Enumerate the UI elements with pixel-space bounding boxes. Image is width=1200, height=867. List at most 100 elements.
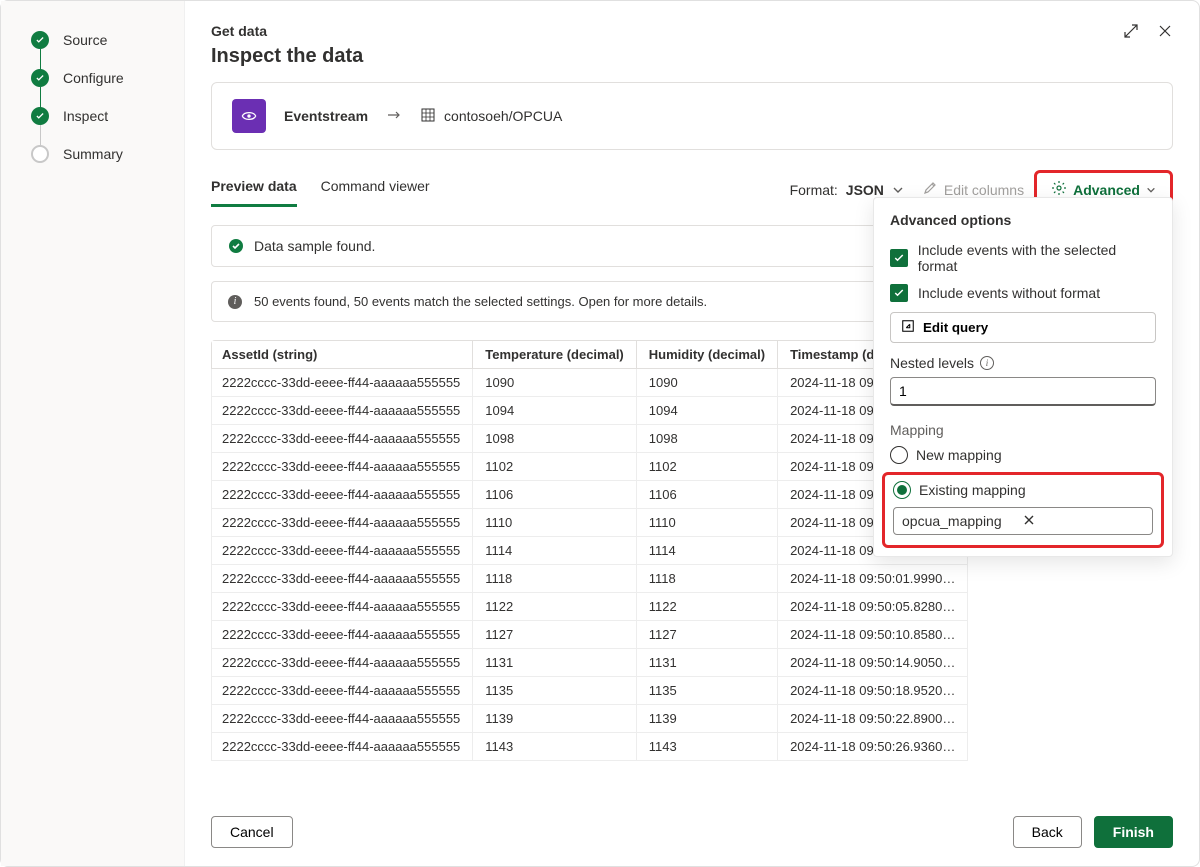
preview-table: AssetId (string)Temperature (decimal)Hum… [211,340,968,761]
table-row[interactable]: 2222cccc-33dd-eeee-ff44-aaaaaa5555551143… [212,733,968,761]
table-row[interactable]: 2222cccc-33dd-eeee-ff44-aaaaaa5555551106… [212,481,968,509]
source-name: Eventstream [284,108,368,124]
column-header[interactable]: AssetId (string) [212,341,473,369]
table-cell: 1094 [636,397,777,425]
advanced-label: Advanced [1073,182,1140,198]
radio-checked-icon [893,481,911,499]
tab-preview-data[interactable]: Preview data [211,172,297,207]
table-row[interactable]: 2222cccc-33dd-eeee-ff44-aaaaaa555555 1139… [212,705,968,733]
edit-columns-label: Edit columns [944,182,1024,198]
radio-existing-mapping[interactable]: Existing mapping [893,481,1153,499]
checkbox-label: Include events without format [918,285,1100,301]
column-header[interactable]: Temperature (decimal) [473,341,636,369]
open-icon [901,319,915,336]
check-circle-icon [228,238,244,254]
table-cell: 2222cccc-33dd-eeee-ff44-aaaaaa555555 [212,397,473,425]
table-row[interactable]: 2222cccc-33dd-eeee-ff44-aaaaaa5555551127… [212,621,968,649]
step-source[interactable]: Source [31,31,164,49]
table-cell: 1135 [636,677,777,705]
step-inspect[interactable]: Inspect [31,107,164,125]
table-cell: 1127 [473,621,636,649]
table-row[interactable]: 2222cccc-33dd-eeee-ff44-aaaaaa5555551122… [212,593,968,621]
eventstream-icon [232,99,266,133]
table-cell: 1139 [636,705,777,733]
checkbox-checked-icon [890,249,908,267]
table-cell: 1122 [473,593,636,621]
mapping-section-label: Mapping [890,422,1156,438]
radio-new-mapping[interactable]: New mapping [890,446,1156,464]
table-cell: 1118 [473,565,636,593]
info-icon[interactable]: i [980,356,994,370]
table-row[interactable]: 2222cccc-33dd-eeee-ff44-aaaaaa5555551090… [212,369,968,397]
checkbox-include-without-format[interactable]: Include events without format [890,284,1156,302]
edit-query-label: Edit query [923,320,988,335]
status-text: Data sample found. [254,238,375,254]
table-cell: 1118 [636,565,777,593]
table-cell: 2222cccc-33dd-eeee-ff44-aaaaaa555555 [212,565,473,593]
nested-levels-label: Nested levels [890,355,974,371]
table-cell: 1102 [636,453,777,481]
table-cell: 1110 [473,509,636,537]
column-header[interactable]: Humidity (decimal) [636,341,777,369]
table-cell: 2222cccc-33dd-eeee-ff44-aaaaaa555555 [212,677,473,705]
table-cell: 1131 [636,649,777,677]
finish-button[interactable]: Finish [1094,816,1173,848]
radio-label: New mapping [916,447,1002,463]
clear-icon[interactable] [1023,513,1144,529]
table-row[interactable]: 2222cccc-33dd-eeee-ff44-aaaaaa5555551135… [212,677,968,705]
format-value: JSON [846,182,884,198]
checkbox-checked-icon [890,284,908,302]
table-cell: 2222cccc-33dd-eeee-ff44-aaaaaa555555 [212,705,473,733]
table-row[interactable]: 2222cccc-33dd-eeee-ff44-aaaaaa5555551094… [212,397,968,425]
step-configure[interactable]: Configure [31,69,164,87]
step-label: Summary [63,146,123,162]
expand-icon[interactable] [1123,23,1139,39]
step-label: Configure [63,70,124,86]
chevron-down-icon [1146,185,1156,195]
table-cell: 1098 [473,425,636,453]
check-icon [31,31,49,49]
table-cell: 1127 [636,621,777,649]
table-row[interactable]: 2222cccc-33dd-eeee-ff44-aaaaaa5555551098… [212,425,968,453]
table-row[interactable]: 2222cccc-33dd-eeee-ff44-aaaaaa5555551110… [212,509,968,537]
table-cell: 2222cccc-33dd-eeee-ff44-aaaaaa555555 [212,621,473,649]
close-icon[interactable] [1157,23,1173,39]
format-label: Format: [790,182,838,198]
step-summary[interactable]: Summary [31,145,164,163]
table-row[interactable]: 2222cccc-33dd-eeee-ff44-aaaaaa5555551118… [212,565,968,593]
table-cell: 2222cccc-33dd-eeee-ff44-aaaaaa555555 [212,733,473,761]
chevron-down-icon[interactable] [892,184,904,196]
breadcrumb: Get data [211,23,1173,39]
cancel-button[interactable]: Cancel [211,816,293,848]
table-cell: 1110 [636,509,777,537]
table-cell: 1135 [473,677,636,705]
edit-query-button[interactable]: Edit query [890,312,1156,343]
table-cell: 1106 [473,481,636,509]
tab-command-viewer[interactable]: Command viewer [321,172,430,207]
step-label: Inspect [63,108,108,124]
table-cell: 2024-11-18 09:50:18.9520… [778,677,968,705]
table-row[interactable]: 2222cccc-33dd-eeee-ff44-aaaaaa5555551114… [212,537,968,565]
checkbox-include-selected-format[interactable]: Include events with the selected format [890,242,1156,274]
radio-label: Existing mapping [919,482,1026,498]
table-cell: 2222cccc-33dd-eeee-ff44-aaaaaa555555 [212,425,473,453]
table-row[interactable]: 2222cccc-33dd-eeee-ff44-aaaaaa555555 1131… [212,649,968,677]
table-cell: 2024-11-18 09:50:05.8280… [778,593,968,621]
table-cell: 1094 [473,397,636,425]
existing-mapping-input[interactable]: opcua_mapping [893,507,1153,535]
table-cell: 2222cccc-33dd-eeee-ff44-aaaaaa555555 [212,649,473,677]
table-cell: 2222cccc-33dd-eeee-ff44-aaaaaa555555 [212,481,473,509]
advanced-heading: Advanced options [890,212,1156,228]
table-row[interactable]: 2222cccc-33dd-eeee-ff44-aaaaaa5555551102… [212,453,968,481]
destination-path: contosoeh/OPCUA [444,108,562,124]
back-button[interactable]: Back [1013,816,1082,848]
table-cell: 2222cccc-33dd-eeee-ff44-aaaaaa555555 [212,369,473,397]
table-cell: 2222cccc-33dd-eeee-ff44-aaaaaa555555 [212,509,473,537]
nested-levels-input[interactable] [890,377,1156,406]
events-info-text: 50 events found, 50 events match the sel… [254,294,707,309]
check-icon [31,69,49,87]
table-cell: 2024-11-18 09:50:01.9990… [778,565,968,593]
wizard-stepper: Source Configure Inspect Summary [1,1,185,866]
radio-unchecked-icon [890,446,908,464]
table-cell: 1102 [473,453,636,481]
